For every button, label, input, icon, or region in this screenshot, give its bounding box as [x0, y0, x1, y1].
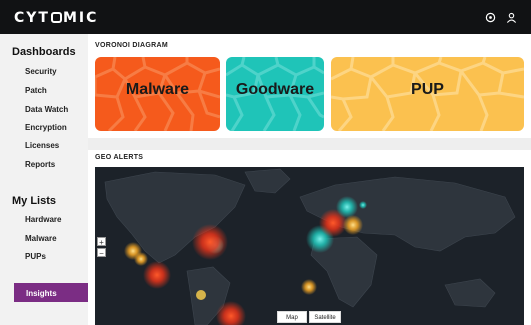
geo-alerts-title: GEO ALERTS — [95, 154, 144, 161]
cytomic-logo[interactable]: CYT MIC — [14, 10, 98, 26]
sidebar-item-data-watch[interactable]: Data Watch — [25, 105, 68, 114]
sidebar-item-reports[interactable]: Reports — [25, 160, 55, 169]
tile-label-goodware: Goodware — [235, 81, 315, 98]
map-type-map-button[interactable]: Map — [277, 311, 307, 323]
map-type-satellite-button[interactable]: Satellite — [309, 311, 341, 323]
voronoi-tile-malware[interactable]: Malware — [95, 57, 220, 131]
voronoi-title: VORONOI DIAGRAM — [95, 42, 168, 49]
sidebar-item-insights[interactable]: Insights — [14, 283, 88, 302]
tile-label-pup: PUP — [411, 81, 444, 98]
voronoi-tile-goodware[interactable]: Goodware — [226, 57, 324, 131]
sidebar: Dashboards Security Patch Data Watch Enc… — [0, 34, 88, 325]
zoom-out-button[interactable]: − — [97, 248, 106, 258]
sidebar-section-my-lists: My Lists — [12, 195, 57, 207]
sidebar-item-patch[interactable]: Patch — [25, 86, 47, 95]
zoom-in-button[interactable]: + — [97, 237, 106, 247]
sidebar-item-malware[interactable]: Malware — [25, 234, 57, 243]
main-content: VORONOI DIAGRAM Malware Goodware PUP GEO… — [88, 34, 531, 325]
user-icon[interactable] — [506, 10, 517, 28]
top-bar: CYT MIC — [0, 0, 531, 34]
sidebar-item-security[interactable]: Security — [25, 67, 57, 76]
geo-alerts-map[interactable]: + − Map Satellite — [95, 167, 524, 325]
sidebar-item-hardware[interactable]: Hardware — [25, 215, 61, 224]
voronoi-tile-pup[interactable]: PUP — [331, 57, 524, 131]
settings-icon[interactable] — [485, 10, 496, 28]
sidebar-section-dashboards: Dashboards — [12, 46, 76, 58]
sidebar-item-encryption[interactable]: Encryption — [25, 123, 67, 132]
section-divider — [88, 138, 531, 150]
tile-label-malware: Malware — [125, 81, 190, 98]
sidebar-item-pups[interactable]: PUPs — [25, 252, 46, 261]
world-map — [104, 168, 516, 325]
sidebar-item-licenses[interactable]: Licenses — [25, 141, 59, 150]
